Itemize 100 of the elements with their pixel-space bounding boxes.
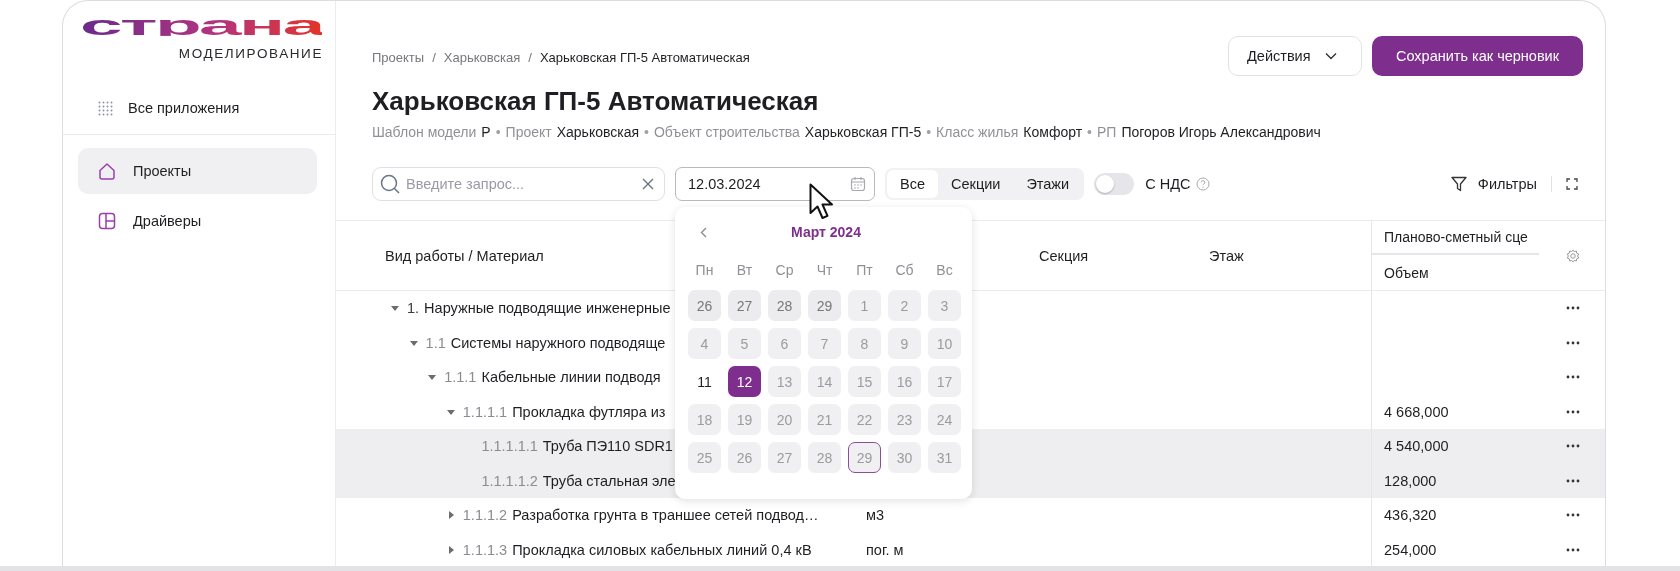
column-group-header: Планово-сметный сце xyxy=(1371,221,1539,255)
search-field[interactable]: Введите запрос... xyxy=(372,167,665,201)
expand-button[interactable] xyxy=(1566,178,1578,190)
item-number: 1.1.1.3 xyxy=(462,541,508,558)
caret-down-icon[interactable] xyxy=(446,407,455,416)
vat-toggle[interactable] xyxy=(1094,173,1135,195)
previous-month-button[interactable] xyxy=(700,226,707,238)
caret-down-icon[interactable] xyxy=(391,304,399,313)
item-name: Труба стальная эле xyxy=(542,472,676,489)
calendar-day[interactable]: 27 xyxy=(728,290,761,321)
unit-text: м3 xyxy=(866,507,885,524)
separator-dot: • xyxy=(1087,123,1092,141)
meta-label: Класс жилья xyxy=(936,123,1019,141)
segment-tab[interactable]: Этажи xyxy=(1013,170,1083,198)
save-draft-button[interactable]: Сохранить как черновик xyxy=(1372,36,1583,76)
nav-item[interactable]: Драйверы xyxy=(78,198,317,244)
separator-dot: • xyxy=(644,123,649,141)
settings-icon xyxy=(1566,248,1580,263)
weekday-label: Сб xyxy=(894,262,915,280)
chevron-left-icon xyxy=(700,226,707,238)
caret-down-icon[interactable] xyxy=(428,373,437,382)
search-input[interactable]: Введите запрос... xyxy=(404,175,638,193)
toggle-label: С НДС xyxy=(1145,176,1191,192)
meta-label: РП xyxy=(1097,123,1117,141)
weekday-label: Вс xyxy=(935,262,954,280)
date-input[interactable]: 12.03.2024 xyxy=(686,175,850,193)
item-number: 1.1.1.1.2 xyxy=(481,472,538,489)
unit-text: пог. м xyxy=(866,541,904,558)
volume-value: 4 668,000 xyxy=(1384,403,1449,420)
meta-label: Шаблон модели xyxy=(372,123,477,141)
item-number: 1.1.1.1.1 xyxy=(481,438,538,455)
month-title: Март 2024 xyxy=(791,224,861,240)
more-icon[interactable] xyxy=(1566,547,1580,552)
segment-tab[interactable]: Все xyxy=(887,170,938,198)
breadcrumb-separator: / xyxy=(528,49,532,67)
meta-value: Харьковская ГП-5 xyxy=(804,123,922,141)
help-icon xyxy=(1196,177,1211,191)
more-icon[interactable] xyxy=(1566,375,1580,380)
chevron-down-icon xyxy=(1324,52,1337,60)
item-number: 1.1.1 xyxy=(444,369,477,386)
layout-icon xyxy=(98,212,116,230)
meta-value: Комфорт xyxy=(1023,123,1083,141)
column-header: Вид работы / Материал xyxy=(385,247,544,264)
column-header: Объем xyxy=(1371,255,1541,290)
meta-label: Объект строительства xyxy=(653,123,800,141)
caret-down-icon[interactable] xyxy=(409,338,418,347)
meta-label: Проект xyxy=(505,123,552,141)
more-icon[interactable] xyxy=(1566,513,1580,518)
volume-value: 254,000 xyxy=(1384,541,1437,558)
item-name: Прокладка футляра из xyxy=(512,403,666,420)
expand-icon xyxy=(1566,178,1578,190)
item-name: Прокладка силовых кабельных линий 0,4 кВ xyxy=(512,541,812,558)
filters-button[interactable]: Фильтры xyxy=(1450,176,1537,192)
nav-item[interactable]: Проекты xyxy=(78,148,317,194)
calendar-day[interactable]: 11 xyxy=(688,366,721,397)
separator-dot: • xyxy=(495,123,501,141)
more-icon[interactable] xyxy=(1566,444,1580,449)
more-icon[interactable] xyxy=(1566,478,1580,483)
apps-link[interactable]: Все приложения xyxy=(128,100,240,116)
search-icon xyxy=(380,174,400,194)
breadcrumb[interactable]: Проекты xyxy=(372,48,425,68)
item-name: Разработка грунта в траншее сетей подвод… xyxy=(512,507,819,524)
weekday-label: Чт xyxy=(815,262,834,280)
caret-right-icon[interactable] xyxy=(446,545,455,554)
calendar-day[interactable]: 12 xyxy=(728,366,761,397)
item-number: 1. xyxy=(407,300,420,317)
filter-icon xyxy=(1450,176,1467,192)
item-number: 1.1.1.2 xyxy=(462,507,508,524)
actions-button[interactable]: Действия xyxy=(1228,36,1362,76)
date-field[interactable]: 12.03.2024 xyxy=(675,167,875,201)
column-header: Этаж xyxy=(1209,247,1244,264)
item-name: Системы наружного подводяще xyxy=(450,334,666,351)
more-icon[interactable] xyxy=(1566,340,1580,345)
item-number: 1.1.1.1 xyxy=(462,403,508,420)
breadcrumb[interactable]: Харьковская xyxy=(443,48,521,68)
page-title: Харьковская ГП-5 Автоматическая xyxy=(372,85,820,118)
meta-value: Погоров Игорь Александрович xyxy=(1121,123,1321,141)
calendar-day[interactable]: 26 xyxy=(688,290,721,321)
calendar-day[interactable]: 29 xyxy=(808,290,841,321)
more-icon[interactable] xyxy=(1566,306,1580,311)
separator-dot: • xyxy=(926,123,932,141)
weekday-label: Вт xyxy=(735,262,754,280)
grid-icon xyxy=(98,100,113,116)
close-icon xyxy=(642,178,654,190)
weekday-label: Пн xyxy=(694,262,715,280)
calendar-icon xyxy=(850,176,866,192)
more-icon[interactable] xyxy=(1566,409,1580,414)
caret-right-icon[interactable] xyxy=(446,511,455,520)
calendar-day[interactable]: 28 xyxy=(768,290,801,321)
column-header: Секция xyxy=(1039,247,1089,264)
volume-value: 128,000 xyxy=(1384,472,1437,489)
volume-value: 4 540,000 xyxy=(1384,438,1449,455)
meta-value: Харьковская xyxy=(556,123,640,141)
breadcrumb-separator: / xyxy=(432,49,436,67)
volume-value: 436,320 xyxy=(1384,507,1437,524)
meta-value: Р xyxy=(481,123,491,141)
house-icon xyxy=(98,162,116,180)
segment-tab[interactable]: Секции xyxy=(938,170,1014,198)
breadcrumb: Харьковская ГП-5 Автоматическая xyxy=(539,49,750,67)
item-number: 1.1 xyxy=(425,334,446,351)
